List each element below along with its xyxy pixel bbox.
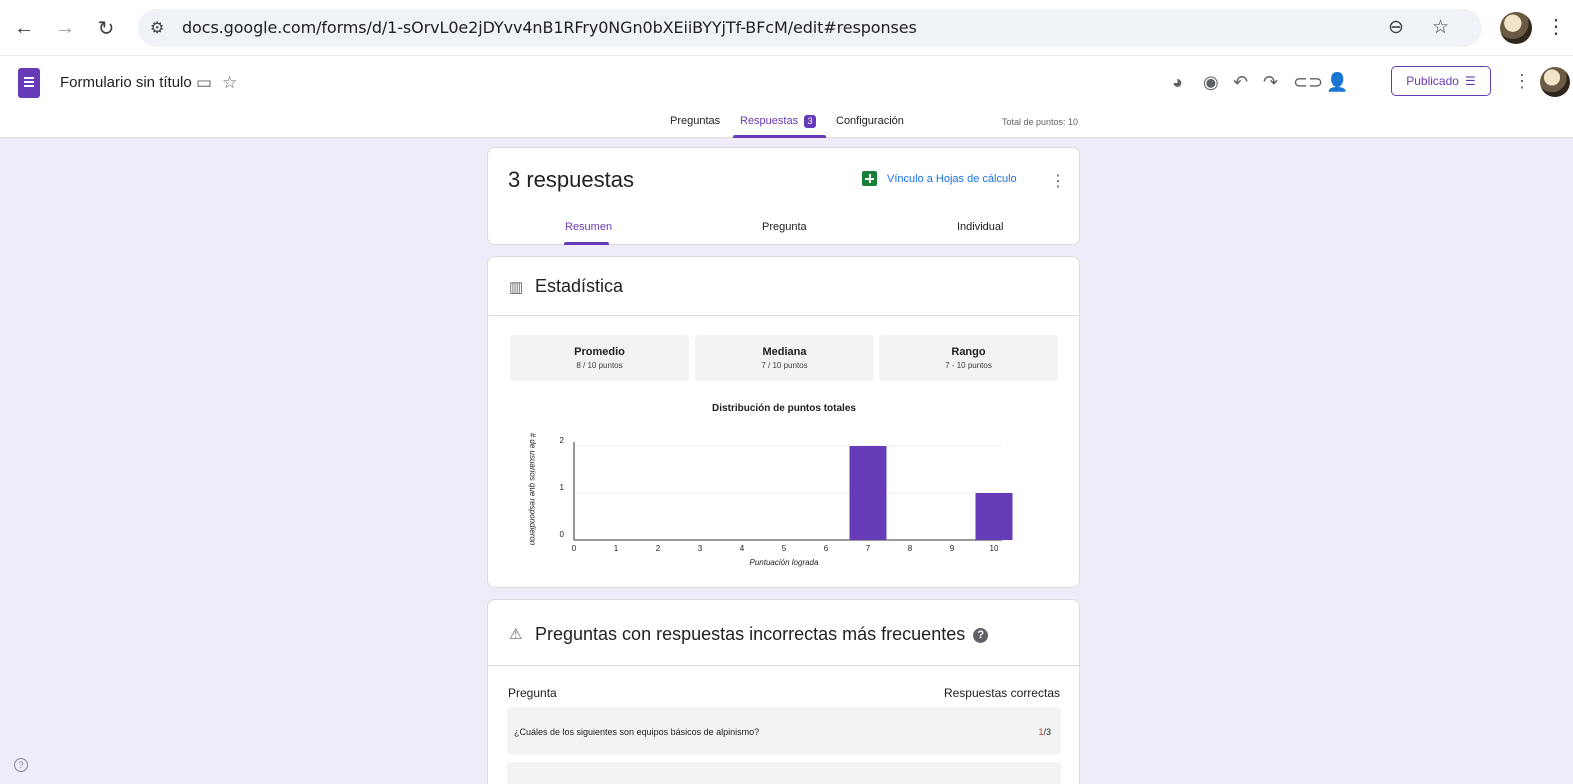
- subtab-individual[interactable]: Individual: [957, 221, 1003, 233]
- stat-median-value: 7 / 10 puntos: [761, 361, 808, 370]
- stat-median: Mediana 7 / 10 puntos: [695, 335, 874, 381]
- x-tick-label: 9: [950, 544, 955, 553]
- col-question-header: Pregunta: [508, 686, 557, 700]
- points-distribution-chart: Distribución de puntos totales # de usua…: [528, 403, 1013, 567]
- stat-range-value: 7 - 10 puntos: [945, 361, 992, 370]
- reload-icon[interactable]: ↻: [92, 14, 120, 42]
- x-tick-label: 7: [866, 544, 871, 553]
- tab-respuestas-label: Respuestas: [740, 115, 799, 127]
- x-tick-label: 1: [614, 544, 619, 553]
- link-icon[interactable]: ⊂⊃: [1293, 72, 1323, 93]
- question-row[interactable]: ¿Cuáles de los siguientes son equipos bá…: [507, 707, 1061, 755]
- chart-grid: [573, 442, 1002, 541]
- account-avatar[interactable]: [1540, 67, 1570, 97]
- profile-avatar[interactable]: [1500, 12, 1532, 44]
- stat-range-label: Rango: [951, 346, 986, 358]
- questions-title-text: Preguntas con respuestas incorrectas más…: [535, 624, 966, 644]
- form-tabs: Preguntas Respuestas 3 Configuración Tota…: [0, 106, 1573, 138]
- subtab-pregunta[interactable]: Pregunta: [762, 221, 807, 233]
- statistics-header: ▥ Estadística: [488, 257, 1079, 316]
- bookmark-star-icon[interactable]: ☆: [1432, 16, 1449, 39]
- questions-header: ⚠ Preguntas con respuestas incorrectas m…: [488, 600, 1079, 666]
- sheets-link-label: Vínculo a Hojas de cálculo: [887, 172, 1017, 185]
- stat-median-label: Mediana: [762, 346, 807, 358]
- frequent-wrong-questions-card: ⚠ Preguntas con respuestas incorrectas m…: [487, 599, 1080, 784]
- settings-sliders-icon: ☰: [1464, 74, 1476, 88]
- x-tick-label: 8: [908, 544, 913, 553]
- alert-box-icon: ⚠: [509, 626, 523, 643]
- add-collaborator-icon[interactable]: 👤: [1326, 72, 1348, 93]
- published-button[interactable]: Publicado ☰: [1391, 66, 1491, 96]
- chart-x-ticks: 0 1 2 3 4 5 6 7 8 9 10: [572, 544, 999, 553]
- bar-chart-icon: ▥: [509, 279, 524, 296]
- url-text[interactable]: docs.google.com/forms/d/1-sOrvL0e2jDYvv4…: [182, 18, 917, 37]
- responses-count: 3 respuestas: [508, 167, 634, 192]
- total-points: Total de puntos: 10: [1002, 117, 1079, 127]
- help-icon[interactable]: ?: [14, 758, 28, 772]
- forms-logo-icon[interactable]: [18, 68, 40, 98]
- tab-configuracion[interactable]: Configuración: [836, 115, 904, 127]
- site-settings-icon[interactable]: ⚙: [150, 18, 164, 38]
- y-tick-label: 1: [560, 483, 565, 492]
- chart-xlabel: Puntuación lograda: [750, 558, 819, 567]
- palette-icon[interactable]: ◕: [1172, 72, 1183, 93]
- questions-title: Preguntas con respuestas incorrectas más…: [535, 624, 989, 645]
- tab-respuestas[interactable]: Respuestas 3: [740, 115, 817, 128]
- chart-bar: [975, 493, 1013, 540]
- sheets-icon: [862, 171, 877, 186]
- x-tick-label: 4: [740, 544, 745, 553]
- stat-average-value: 8 / 10 puntos: [576, 361, 623, 370]
- x-tick-label: 3: [698, 544, 703, 553]
- chart-ylabel: # de usuarios que respondieron: [528, 433, 537, 546]
- x-tick-label: 10: [990, 544, 999, 553]
- y-tick-label: 2: [560, 436, 565, 445]
- responses-more-icon[interactable]: ⋮: [1050, 171, 1066, 191]
- x-tick-label: 5: [782, 544, 787, 553]
- preview-eye-icon[interactable]: ◉: [1203, 72, 1219, 93]
- link-to-sheets-button[interactable]: Vínculo a Hojas de cálculo: [862, 171, 1017, 186]
- chrome-menu-icon[interactable]: ⋮: [1546, 14, 1566, 39]
- responses-count-badge: 3: [804, 115, 817, 128]
- folder-icon[interactable]: ▭: [196, 73, 212, 93]
- browser-toolbar: ← → ↻ ⚙ docs.google.com/forms/d/1-sOrvL0…: [0, 0, 1573, 56]
- star-icon[interactable]: ☆: [222, 73, 237, 93]
- form-title[interactable]: Formulario sin título: [60, 74, 192, 91]
- statistics-card: ▥ Estadística Promedio 8 / 10 puntos Med…: [487, 256, 1080, 588]
- chart-y-ticks: 0 1 2: [560, 436, 565, 539]
- col-correct-header: Respuestas correctas: [943, 686, 1060, 700]
- x-tick-label: 0: [572, 544, 577, 553]
- stat-range: Rango 7 - 10 puntos: [879, 335, 1058, 381]
- question-score: 1/3: [1038, 727, 1051, 737]
- published-label: Publicado: [1406, 74, 1459, 88]
- y-tick-label: 0: [560, 530, 565, 539]
- subtab-resumen[interactable]: Resumen: [565, 221, 612, 233]
- x-tick-label: 2: [656, 544, 661, 553]
- undo-icon[interactable]: ↶: [1233, 72, 1248, 93]
- responses-summary-card: 3 respuestas Vínculo a Hojas de cálculo …: [487, 147, 1080, 245]
- statistics-title: Estadística: [535, 276, 624, 296]
- forms-header: Formulario sin título ▭ ☆ ◕ ◉ ↶ ↷ ⊂⊃ 👤 P…: [0, 56, 1573, 138]
- tab-preguntas[interactable]: Preguntas: [670, 115, 720, 127]
- address-bar[interactable]: ⚙ docs.google.com/forms/d/1-sOrvL0e2jDYv…: [138, 9, 1482, 47]
- back-icon[interactable]: ←: [10, 14, 38, 42]
- chart-title: Distribución de puntos totales: [712, 403, 856, 414]
- redo-icon[interactable]: ↷: [1263, 72, 1278, 93]
- more-options-icon[interactable]: ⋮: [1513, 71, 1531, 92]
- chart-bar: [849, 446, 887, 540]
- help-circle-icon[interactable]: ?: [973, 628, 989, 643]
- question-total-count: /3: [1043, 727, 1051, 737]
- question-text: ¿Cuáles de los siguientes son equipos bá…: [514, 727, 760, 737]
- zoom-icon[interactable]: ⊖: [1388, 16, 1404, 39]
- x-tick-label: 6: [824, 544, 829, 553]
- question-row-partial[interactable]: [507, 762, 1061, 784]
- active-subtab-indicator: [564, 242, 609, 245]
- stat-average-label: Promedio: [574, 346, 625, 358]
- forward-icon[interactable]: →: [51, 14, 79, 42]
- active-tab-indicator: [733, 135, 826, 138]
- stat-average: Promedio 8 / 10 puntos: [510, 335, 689, 381]
